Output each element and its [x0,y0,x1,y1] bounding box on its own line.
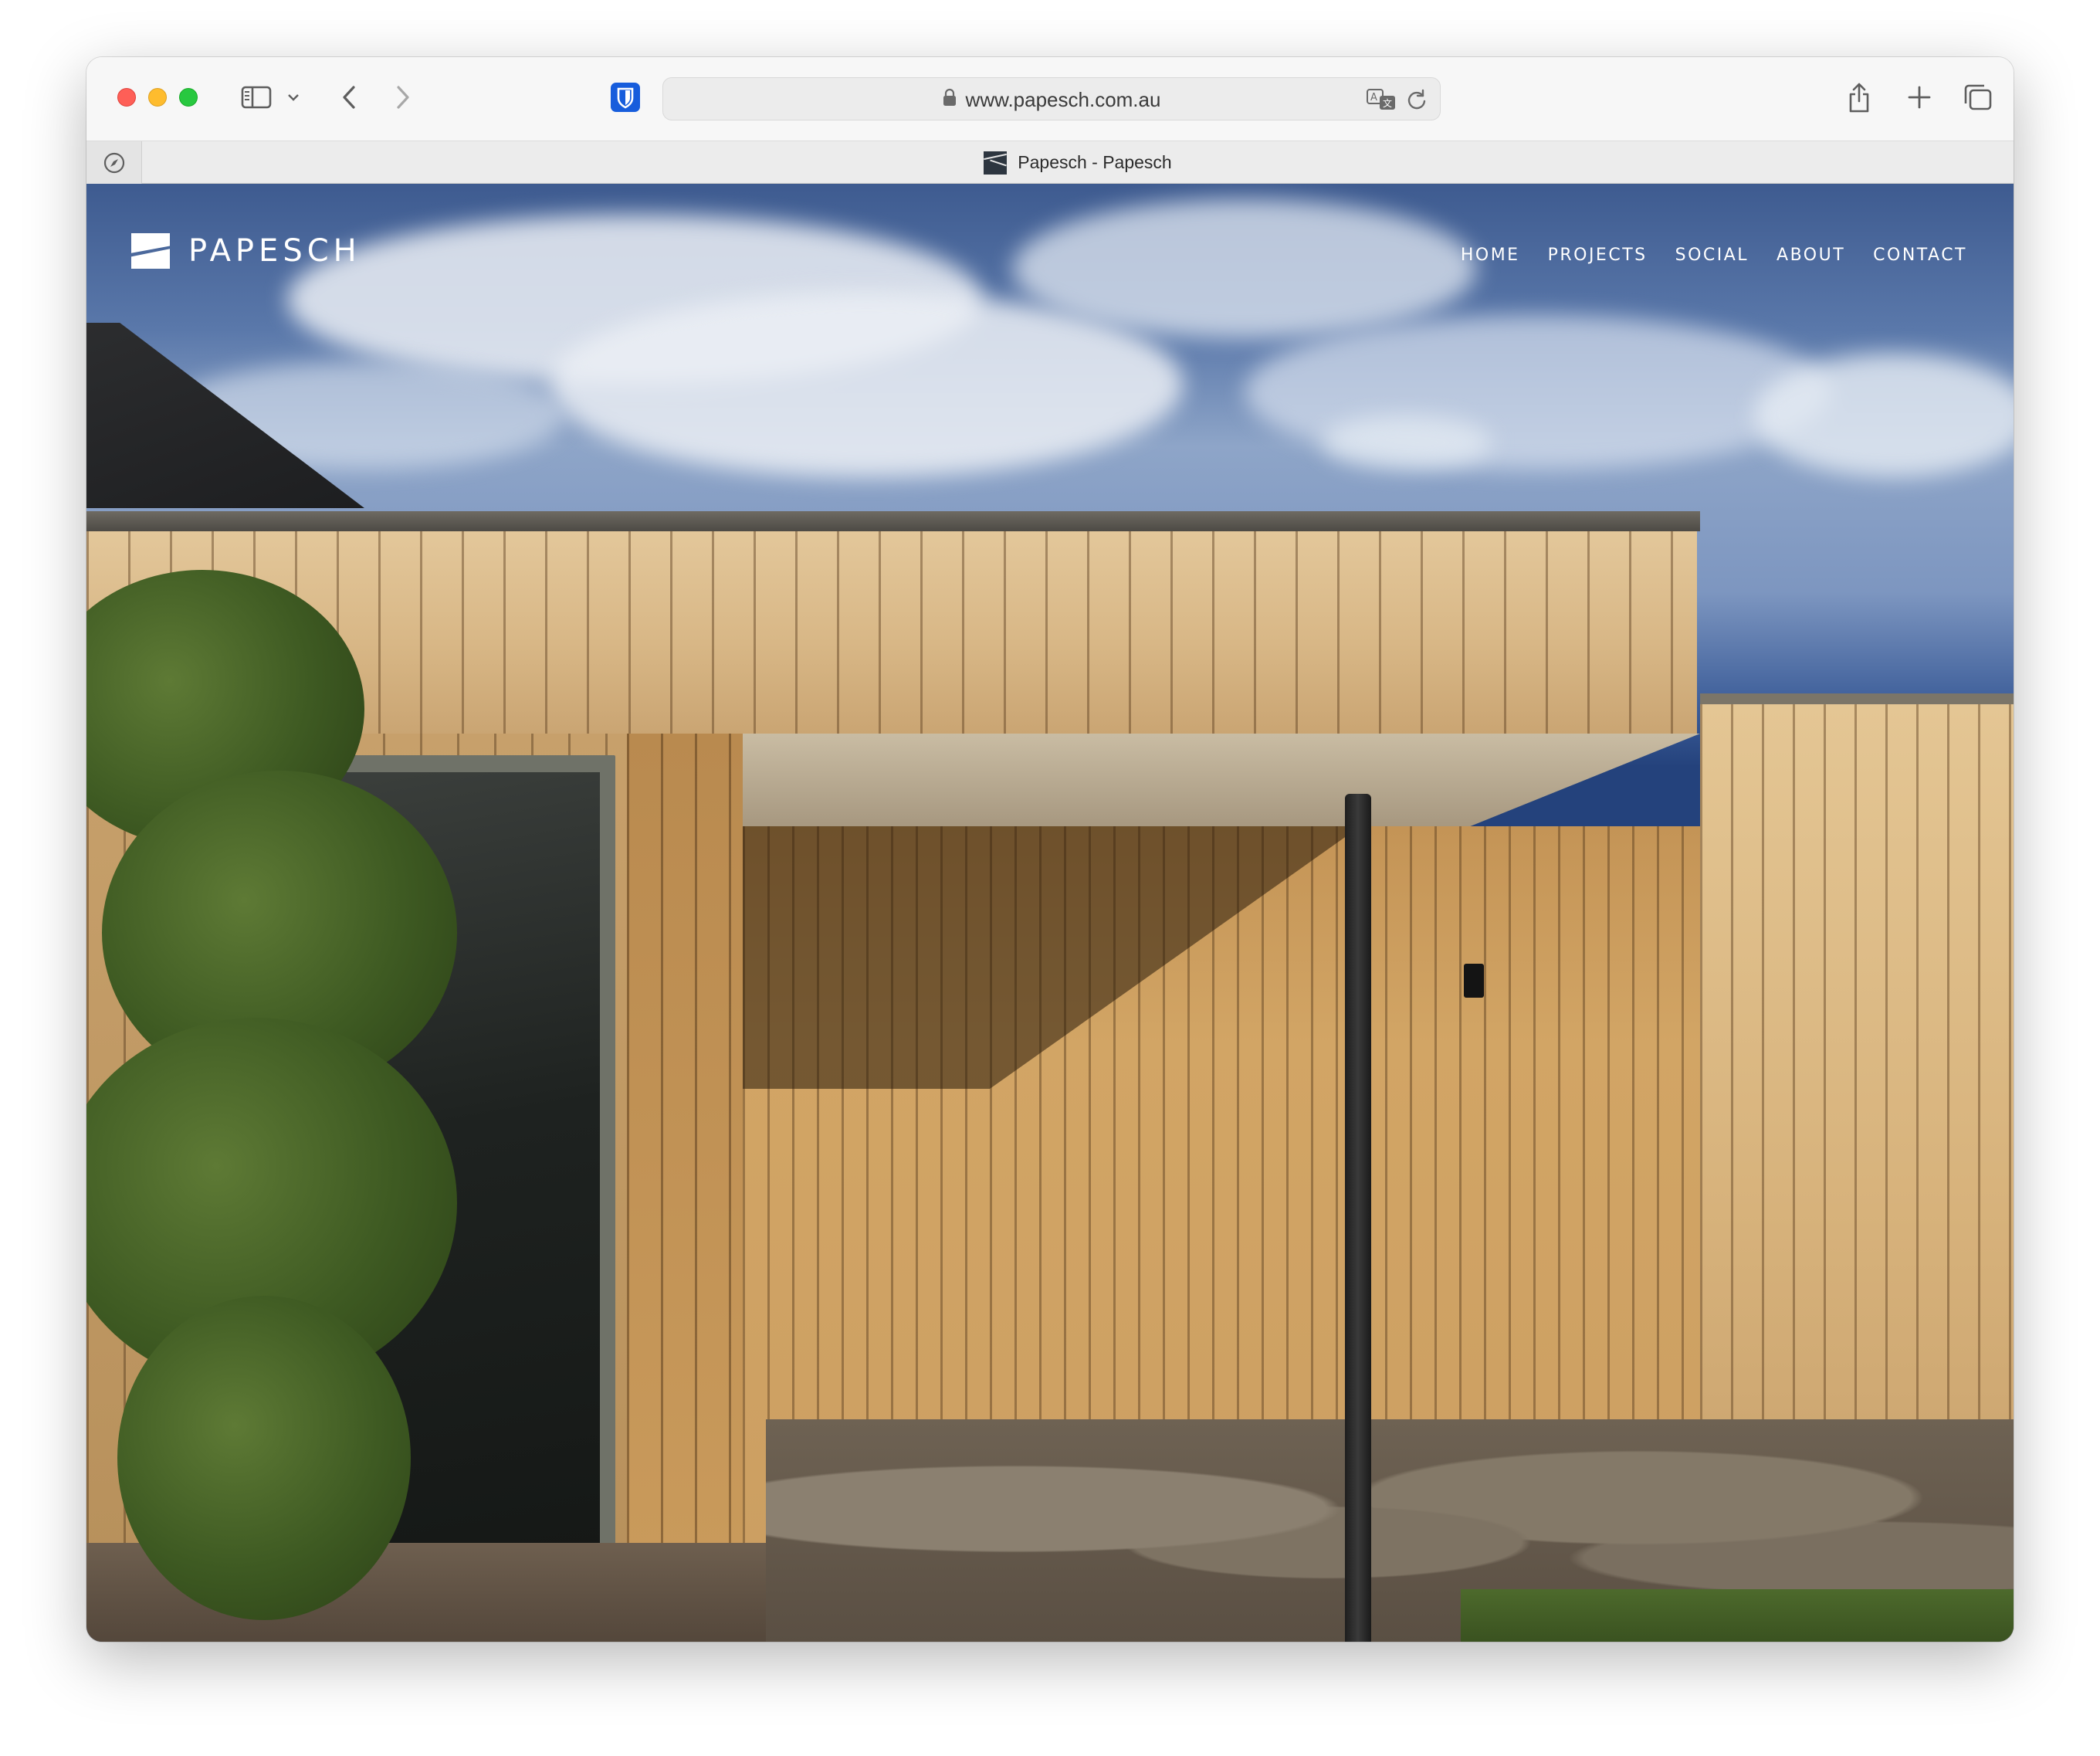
site-logo[interactable]: PAPESCH [131,232,361,270]
close-window-button[interactable] [117,88,136,107]
nav-projects[interactable]: PROJECTS [1548,246,1648,265]
url-text: www.papesch.com.au [965,87,1161,111]
tab-bar: Papesch - Papesch [86,141,2014,184]
svg-text:文: 文 [1383,97,1392,109]
reload-icon[interactable] [1406,89,1428,114]
nav-about[interactable]: ABOUT [1777,246,1845,265]
sidebar-icon[interactable] [238,80,275,114]
chevron-right-icon[interactable] [388,80,418,114]
lock-icon [943,88,957,112]
tab-title: Papesch - Papesch [1018,152,1172,172]
tabs-icon[interactable] [1959,80,1997,114]
browser-window: www.papesch.com.au A文 Papesch - Papesch [86,57,2014,1642]
share-icon[interactable] [1842,80,1876,114]
fullscreen-window-button[interactable] [179,88,198,107]
nav-contact[interactable]: CONTACT [1873,246,1967,265]
chevron-down-icon[interactable] [284,80,303,114]
tab-active[interactable]: Papesch - Papesch [142,141,2014,184]
site-nav: HOME PROJECTS SOCIAL ABOUT CONTACT [1461,239,1967,270]
papesch-logo-icon [131,233,170,269]
address-bar[interactable]: www.papesch.com.au A文 [662,77,1441,120]
compass-icon[interactable] [86,141,142,184]
nav-home[interactable]: HOME [1461,246,1520,265]
svg-text:A: A [1370,92,1377,103]
plus-icon[interactable] [1902,80,1936,114]
nav-social[interactable]: SOCIAL [1675,246,1749,265]
browser-toolbar: www.papesch.com.au A文 [86,57,2014,141]
chevron-left-icon[interactable] [334,80,364,114]
translate-icon[interactable]: A文 [1366,87,1397,116]
page-viewport: PAPESCH HOME PROJECTS SOCIAL ABOUT CONTA… [86,184,2014,1642]
logo-text: PAPESCH [188,233,361,269]
favicon-icon [984,151,1008,175]
bitwarden-shield-icon[interactable] [608,80,642,114]
minimize-window-button[interactable] [148,88,167,107]
